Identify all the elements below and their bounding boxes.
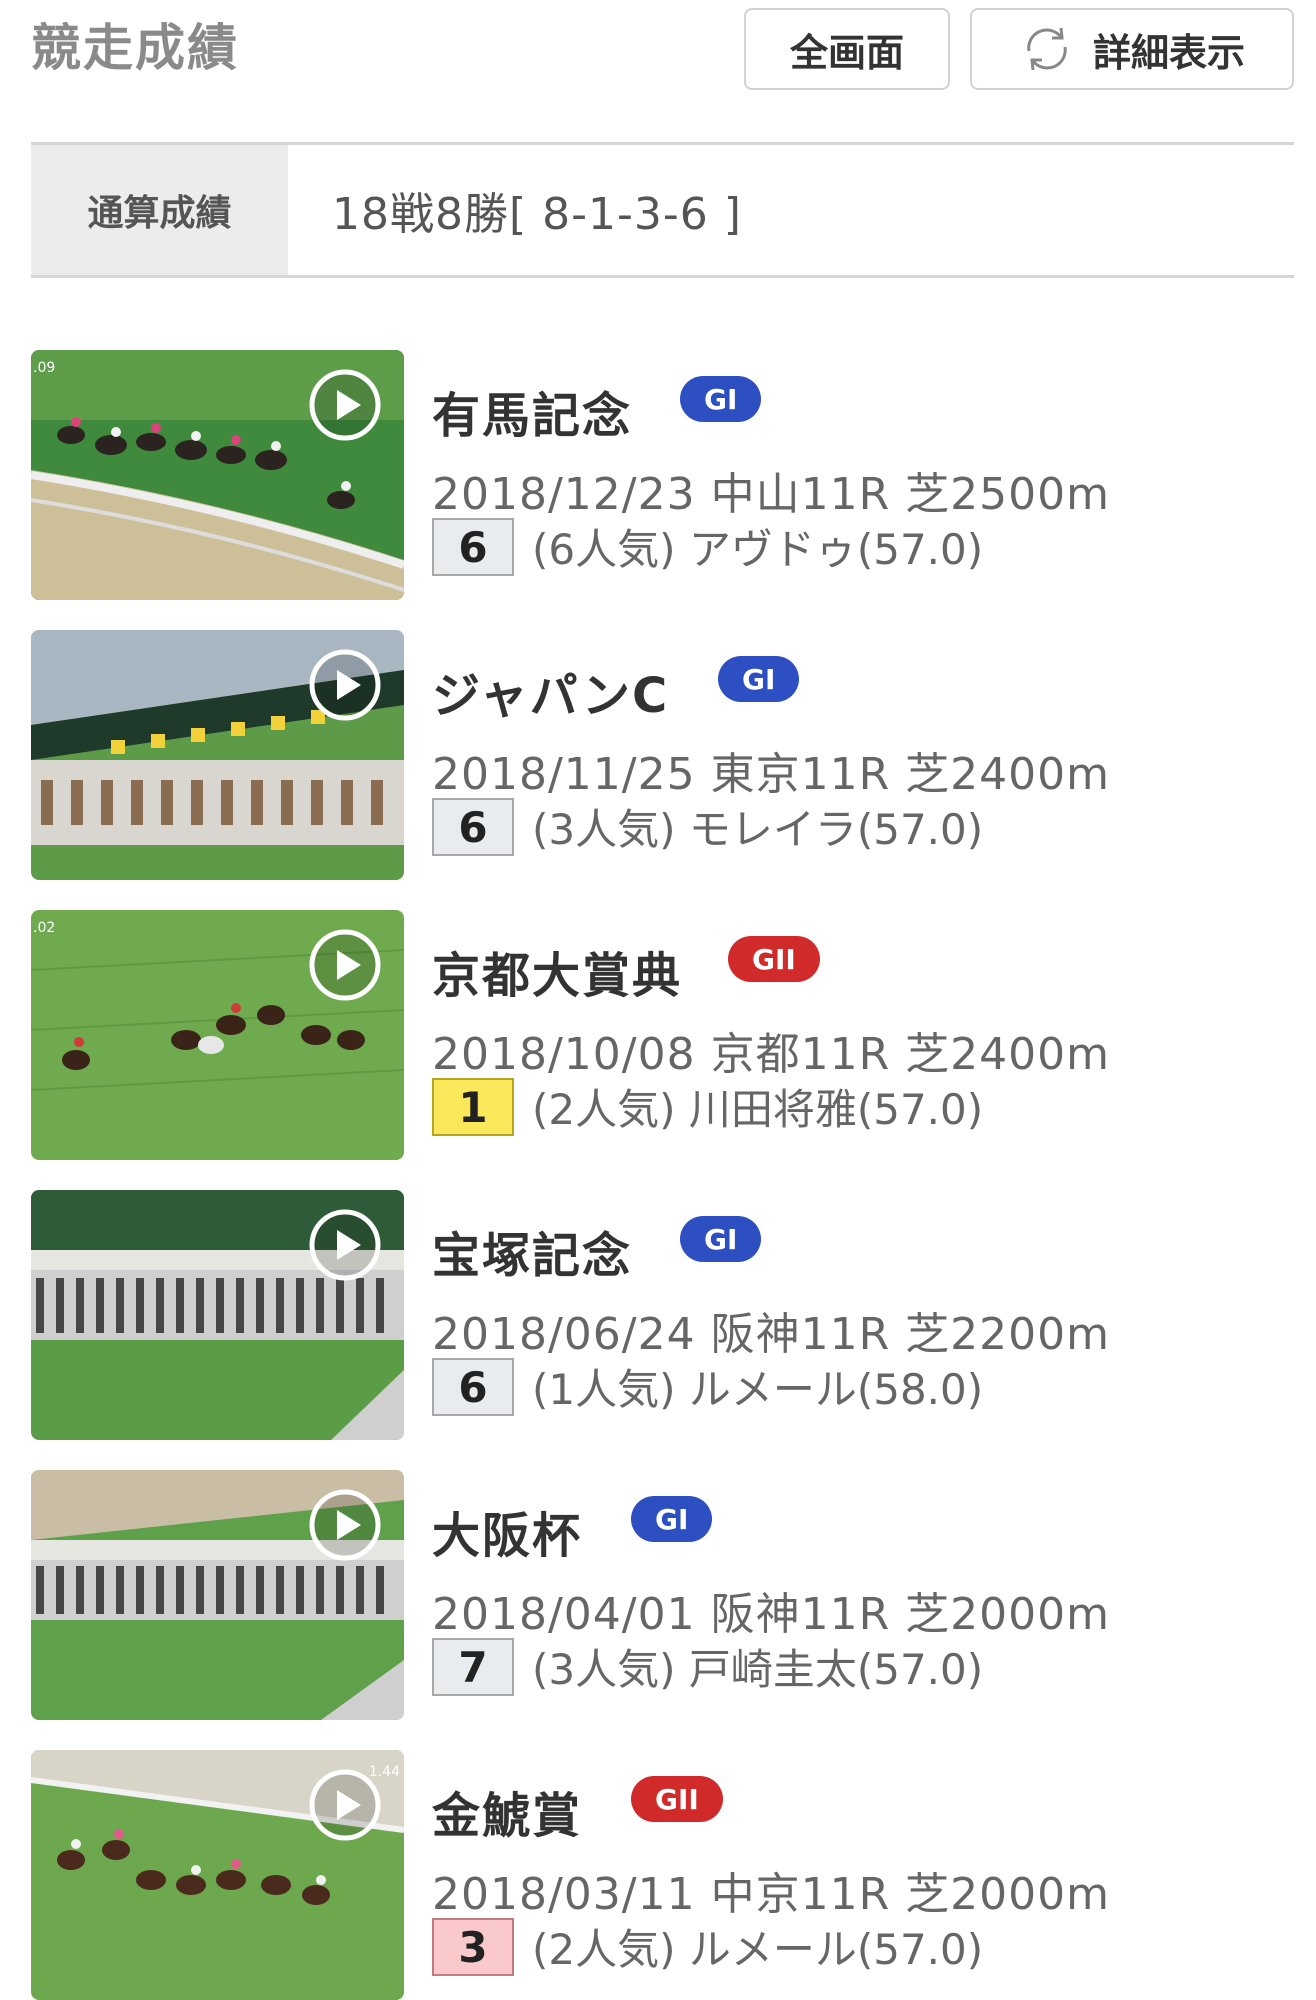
grade-badge: GII (728, 936, 820, 982)
race-info: 2018/11/25 東京11R 芝2400m (432, 749, 1110, 800)
race-name[interactable]: 宝塚記念 (432, 1216, 632, 1286)
grade-badge: GI (680, 376, 762, 422)
grade-badge: GI (631, 1496, 713, 1542)
race-row[interactable]: 大阪杯 GI 2018/04/01 阪神11R 芝2000m 7 (3人気) 戸… (31, 1470, 1294, 1720)
race-video-thumbnail[interactable] (31, 1470, 404, 1720)
race-video-thumbnail[interactable] (31, 1190, 404, 1440)
race-info: 2018/03/11 中京11R 芝2000m (432, 1869, 1110, 1920)
career-summary: 通算成績 18戦8勝[ 8-1-3-6 ] (31, 142, 1294, 278)
race-name[interactable]: 大阪杯 (432, 1496, 582, 1566)
video-time-overlay: .02 (33, 920, 56, 936)
finish-position: 6 (432, 1358, 514, 1416)
finish-position: 3 (432, 1918, 514, 1976)
detail-view-label: 詳細表示 (1092, 30, 1245, 75)
play-icon[interactable] (308, 1488, 382, 1562)
race-name[interactable]: 金鯱賞 (432, 1776, 582, 1846)
race-row[interactable]: .09 有馬記念 GI 2018/12/23 中山11R 芝2500m 6 (6… (31, 350, 1294, 600)
play-icon[interactable] (308, 648, 382, 722)
play-icon[interactable] (308, 928, 382, 1002)
race-video-thumbnail[interactable]: .02 (31, 910, 404, 1160)
grade-badge: GII (631, 1776, 723, 1822)
race-result: (1人気) ルメール(58.0) (532, 1365, 984, 1414)
race-row[interactable]: 宝塚記念 GI 2018/06/24 阪神11R 芝2200m 6 (1人気) … (31, 1190, 1294, 1440)
grade-badge: GI (680, 1216, 762, 1262)
race-info: 2018/12/23 中山11R 芝2500m (432, 469, 1110, 520)
finish-position: 6 (432, 518, 514, 576)
race-name[interactable]: ジャパンC (432, 656, 669, 726)
race-video-thumbnail[interactable]: 1.44 (31, 1750, 404, 2000)
race-name[interactable]: 有馬記念 (432, 376, 632, 446)
race-info: 2018/04/01 阪神11R 芝2000m (432, 1589, 1110, 1640)
finish-position: 7 (432, 1638, 514, 1696)
play-icon[interactable] (308, 1208, 382, 1282)
video-time-overlay: 1.44 (368, 1764, 400, 1780)
grade-badge: GI (718, 656, 800, 702)
fullscreen-button[interactable]: 全画面 (744, 8, 950, 90)
play-icon[interactable] (308, 368, 382, 442)
race-result: (3人気) 戸崎圭太(57.0) (532, 1645, 984, 1694)
race-result: (6人気) アヴドゥ(57.0) (532, 525, 984, 574)
race-row[interactable]: 1.44 金鯱賞 GII 2018/03/11 中京11R 芝2000m 3 (… (31, 1750, 1294, 2000)
race-name[interactable]: 京都大賞典 (432, 936, 682, 1006)
race-result: (2人気) ルメール(57.0) (532, 1925, 984, 1974)
summary-label: 通算成績 (31, 145, 288, 275)
page-title: 競走成績 (31, 19, 239, 77)
race-info: 2018/10/08 京都11R 芝2400m (432, 1029, 1110, 1080)
finish-position: 6 (432, 798, 514, 856)
summary-value: 18戦8勝[ 8-1-3-6 ] (332, 189, 742, 240)
header: 競走成績 全画面 詳細表示 (0, 0, 1316, 120)
race-info: 2018/06/24 阪神11R 芝2200m (432, 1309, 1110, 1360)
race-row[interactable]: .02 京都大賞典 GII 2018/10/08 京都11R 芝2400m 1 … (31, 910, 1294, 1160)
finish-position: 1 (432, 1078, 514, 1136)
video-time-overlay: .09 (33, 360, 56, 376)
race-result: (2人気) 川田将雅(57.0) (532, 1085, 984, 1134)
refresh-icon (1027, 27, 1067, 71)
race-video-thumbnail[interactable]: .09 (31, 350, 404, 600)
race-row[interactable]: ジャパンC GI 2018/11/25 東京11R 芝2400m 6 (3人気)… (31, 630, 1294, 880)
race-result: (3人気) モレイラ(57.0) (532, 805, 984, 854)
detail-view-button[interactable]: 詳細表示 (970, 8, 1294, 90)
race-video-thumbnail[interactable] (31, 630, 404, 880)
